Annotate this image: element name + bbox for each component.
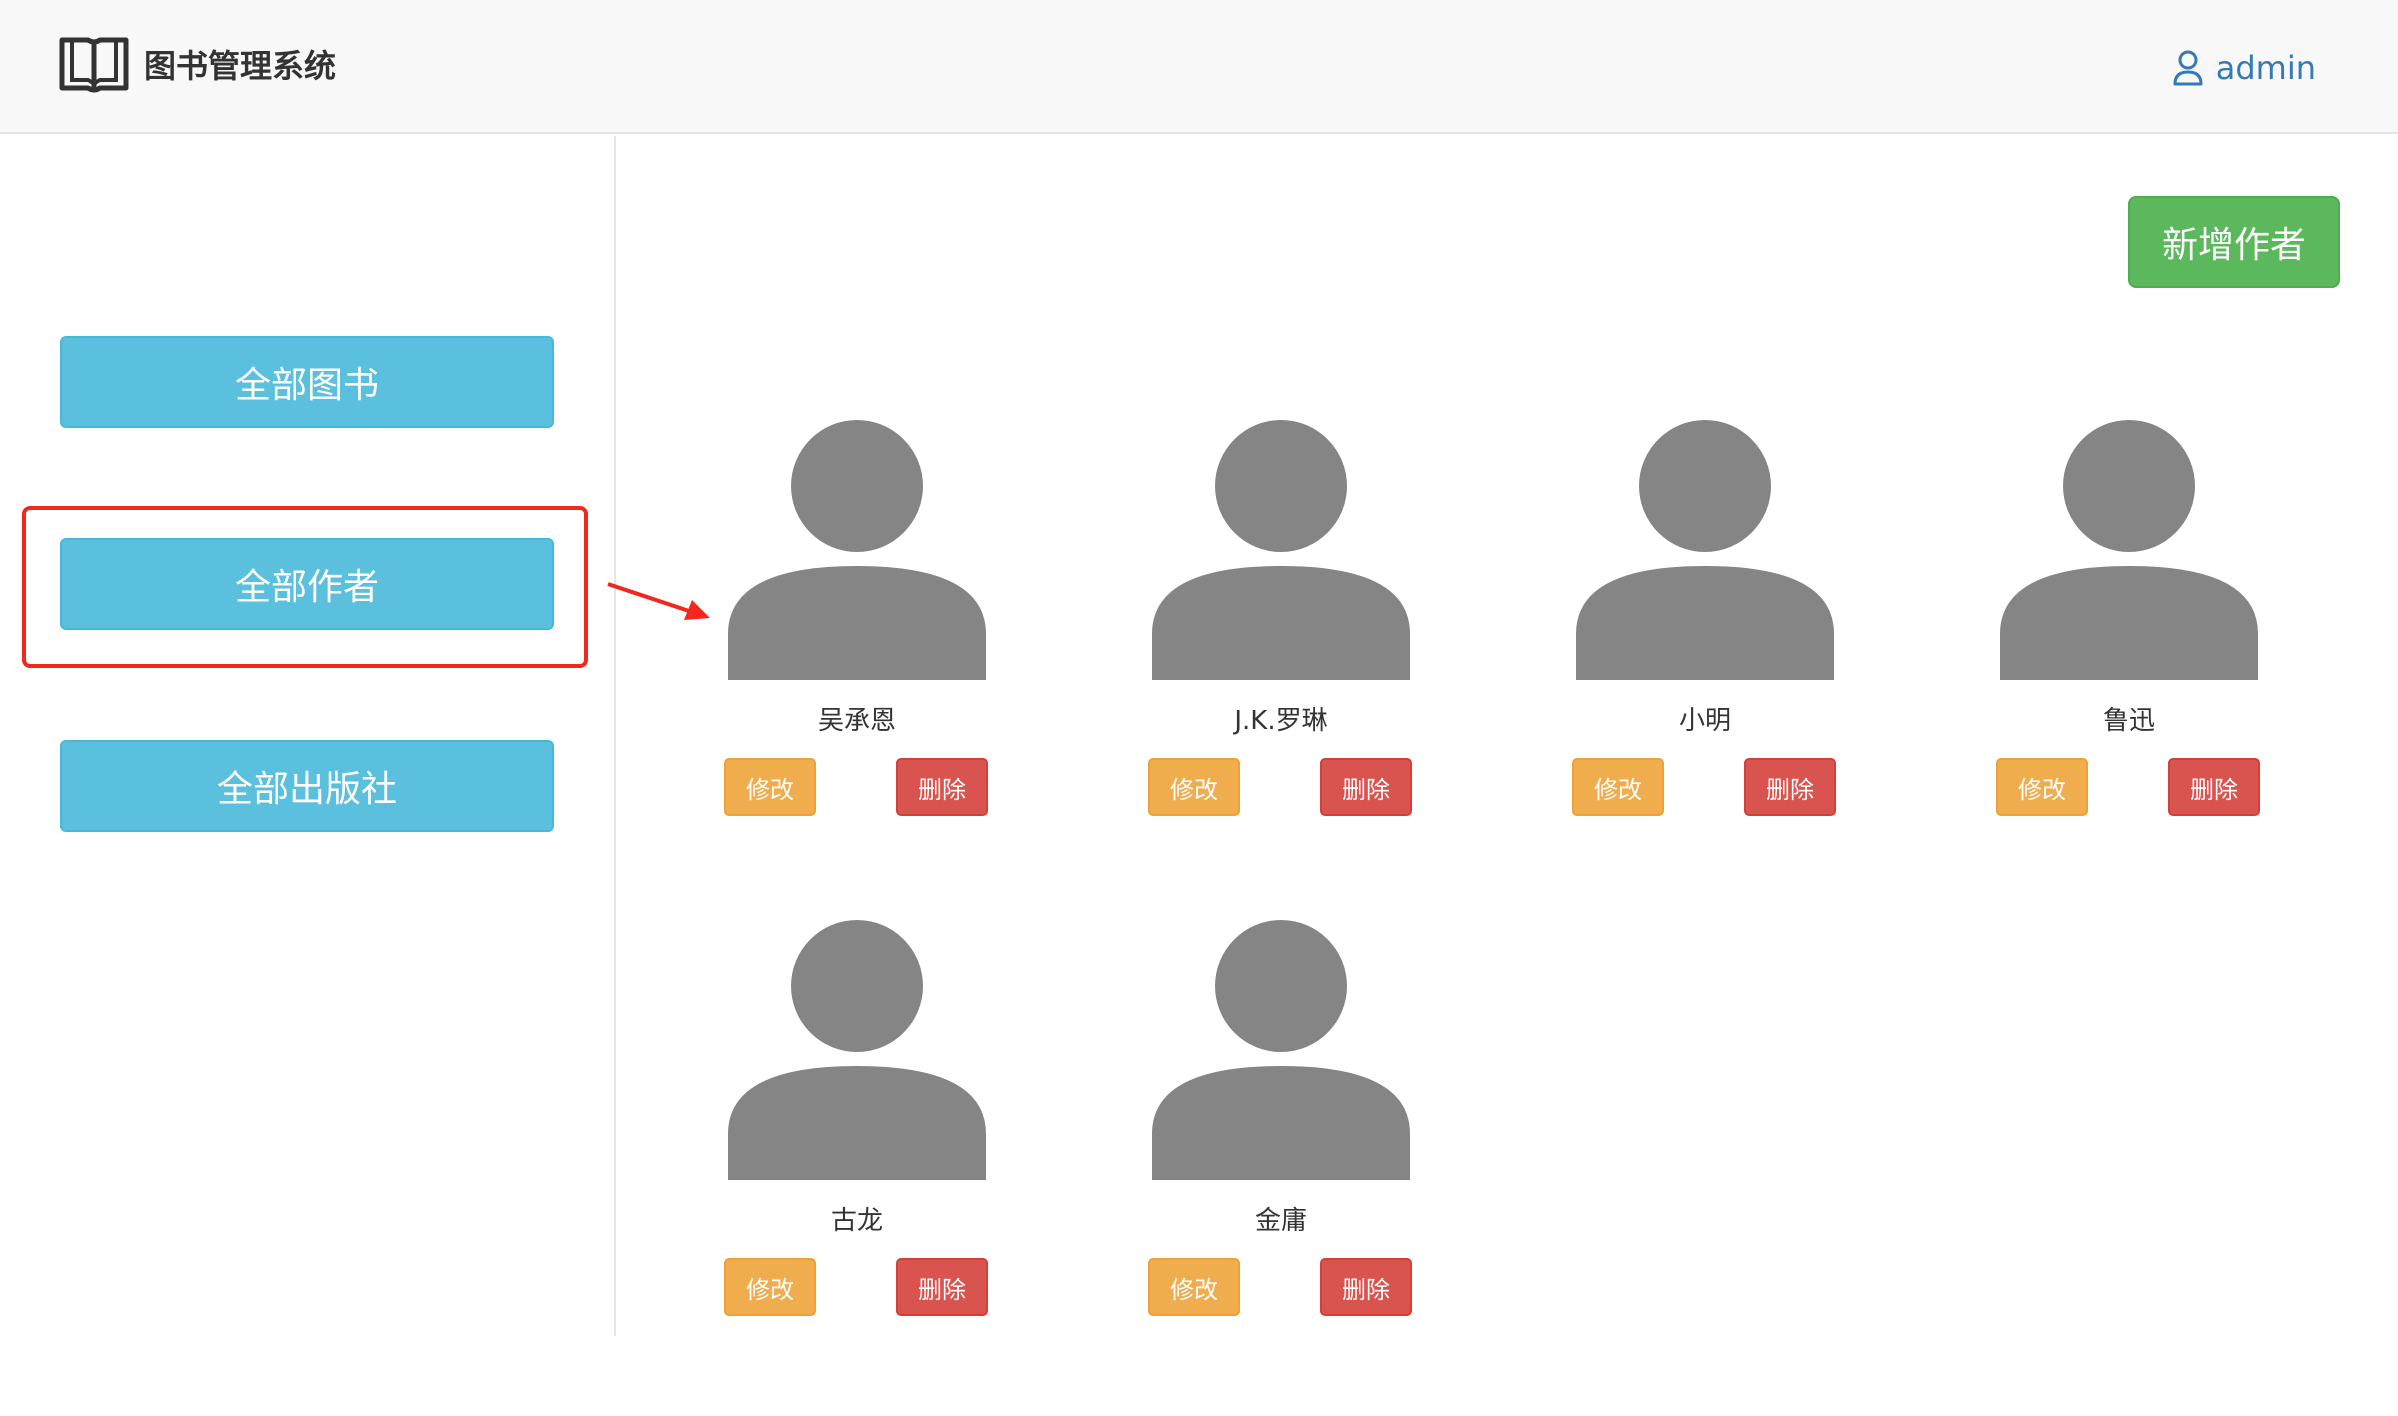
sidebar-item-publishers[interactable]: 全部出版社 <box>60 740 554 832</box>
author-name: 金庸 <box>1254 1206 1307 1236</box>
user-menu[interactable]: admin <box>2172 44 2316 92</box>
avatar-icon <box>2000 420 2258 680</box>
edit-author-button[interactable]: 修改 <box>1148 758 1240 816</box>
delete-author-button[interactable]: 删除 <box>1744 758 1836 816</box>
author-card: 吴承恩 修改 删除 <box>712 414 1002 834</box>
author-name: J.K.罗琳 <box>1234 706 1328 736</box>
edit-author-button[interactable]: 修改 <box>1572 758 1664 816</box>
brand[interactable]: 图书管理系统 <box>58 34 336 94</box>
delete-author-button[interactable]: 删除 <box>896 758 988 816</box>
avatar-icon <box>1152 920 1410 1180</box>
navbar: 图书管理系统 admin <box>0 0 2398 134</box>
avatar-icon <box>1152 420 1410 680</box>
author-card: 小明 修改 删除 <box>1560 414 1850 834</box>
author-card: 鲁迅 修改 删除 <box>1984 414 2274 834</box>
user-icon <box>2173 50 2203 86</box>
app-title: 图书管理系统 <box>144 47 337 85</box>
author-card: J.K.罗琳修改 删除 <box>1136 414 1426 834</box>
delete-author-button[interactable]: 删除 <box>896 1258 988 1316</box>
author-card: 金庸 修改 删除 <box>1136 914 1426 1334</box>
username: admin <box>2215 49 2316 87</box>
edit-author-button[interactable]: 修改 <box>1996 758 2088 816</box>
author-name: 鲁迅 <box>2102 706 2155 736</box>
author-name: 小明 <box>1678 706 1731 736</box>
edit-author-button[interactable]: 修改 <box>724 758 816 816</box>
avatar-icon <box>728 920 986 1180</box>
delete-author-button[interactable]: 删除 <box>1320 758 1412 816</box>
annotation-arrow-icon <box>607 582 710 620</box>
open-book-icon <box>59 37 129 93</box>
edit-author-button[interactable]: 修改 <box>1148 1258 1240 1316</box>
avatar-icon <box>1576 420 1834 680</box>
author-name: 吴承恩 <box>817 706 896 736</box>
author-name: 古龙 <box>830 1206 883 1236</box>
edit-author-button[interactable]: 修改 <box>724 1258 816 1316</box>
avatar-icon <box>728 420 986 680</box>
delete-author-button[interactable]: 删除 <box>2168 758 2260 816</box>
annotation-highlight-box <box>22 506 588 668</box>
add-author-button[interactable]: 新增作者 <box>2128 196 2340 288</box>
author-card: 古龙 修改 删除 <box>712 914 1002 1334</box>
sidebar-divider <box>614 136 616 1336</box>
delete-author-button[interactable]: 删除 <box>1320 1258 1412 1316</box>
sidebar-item-books[interactable]: 全部图书 <box>60 336 554 428</box>
